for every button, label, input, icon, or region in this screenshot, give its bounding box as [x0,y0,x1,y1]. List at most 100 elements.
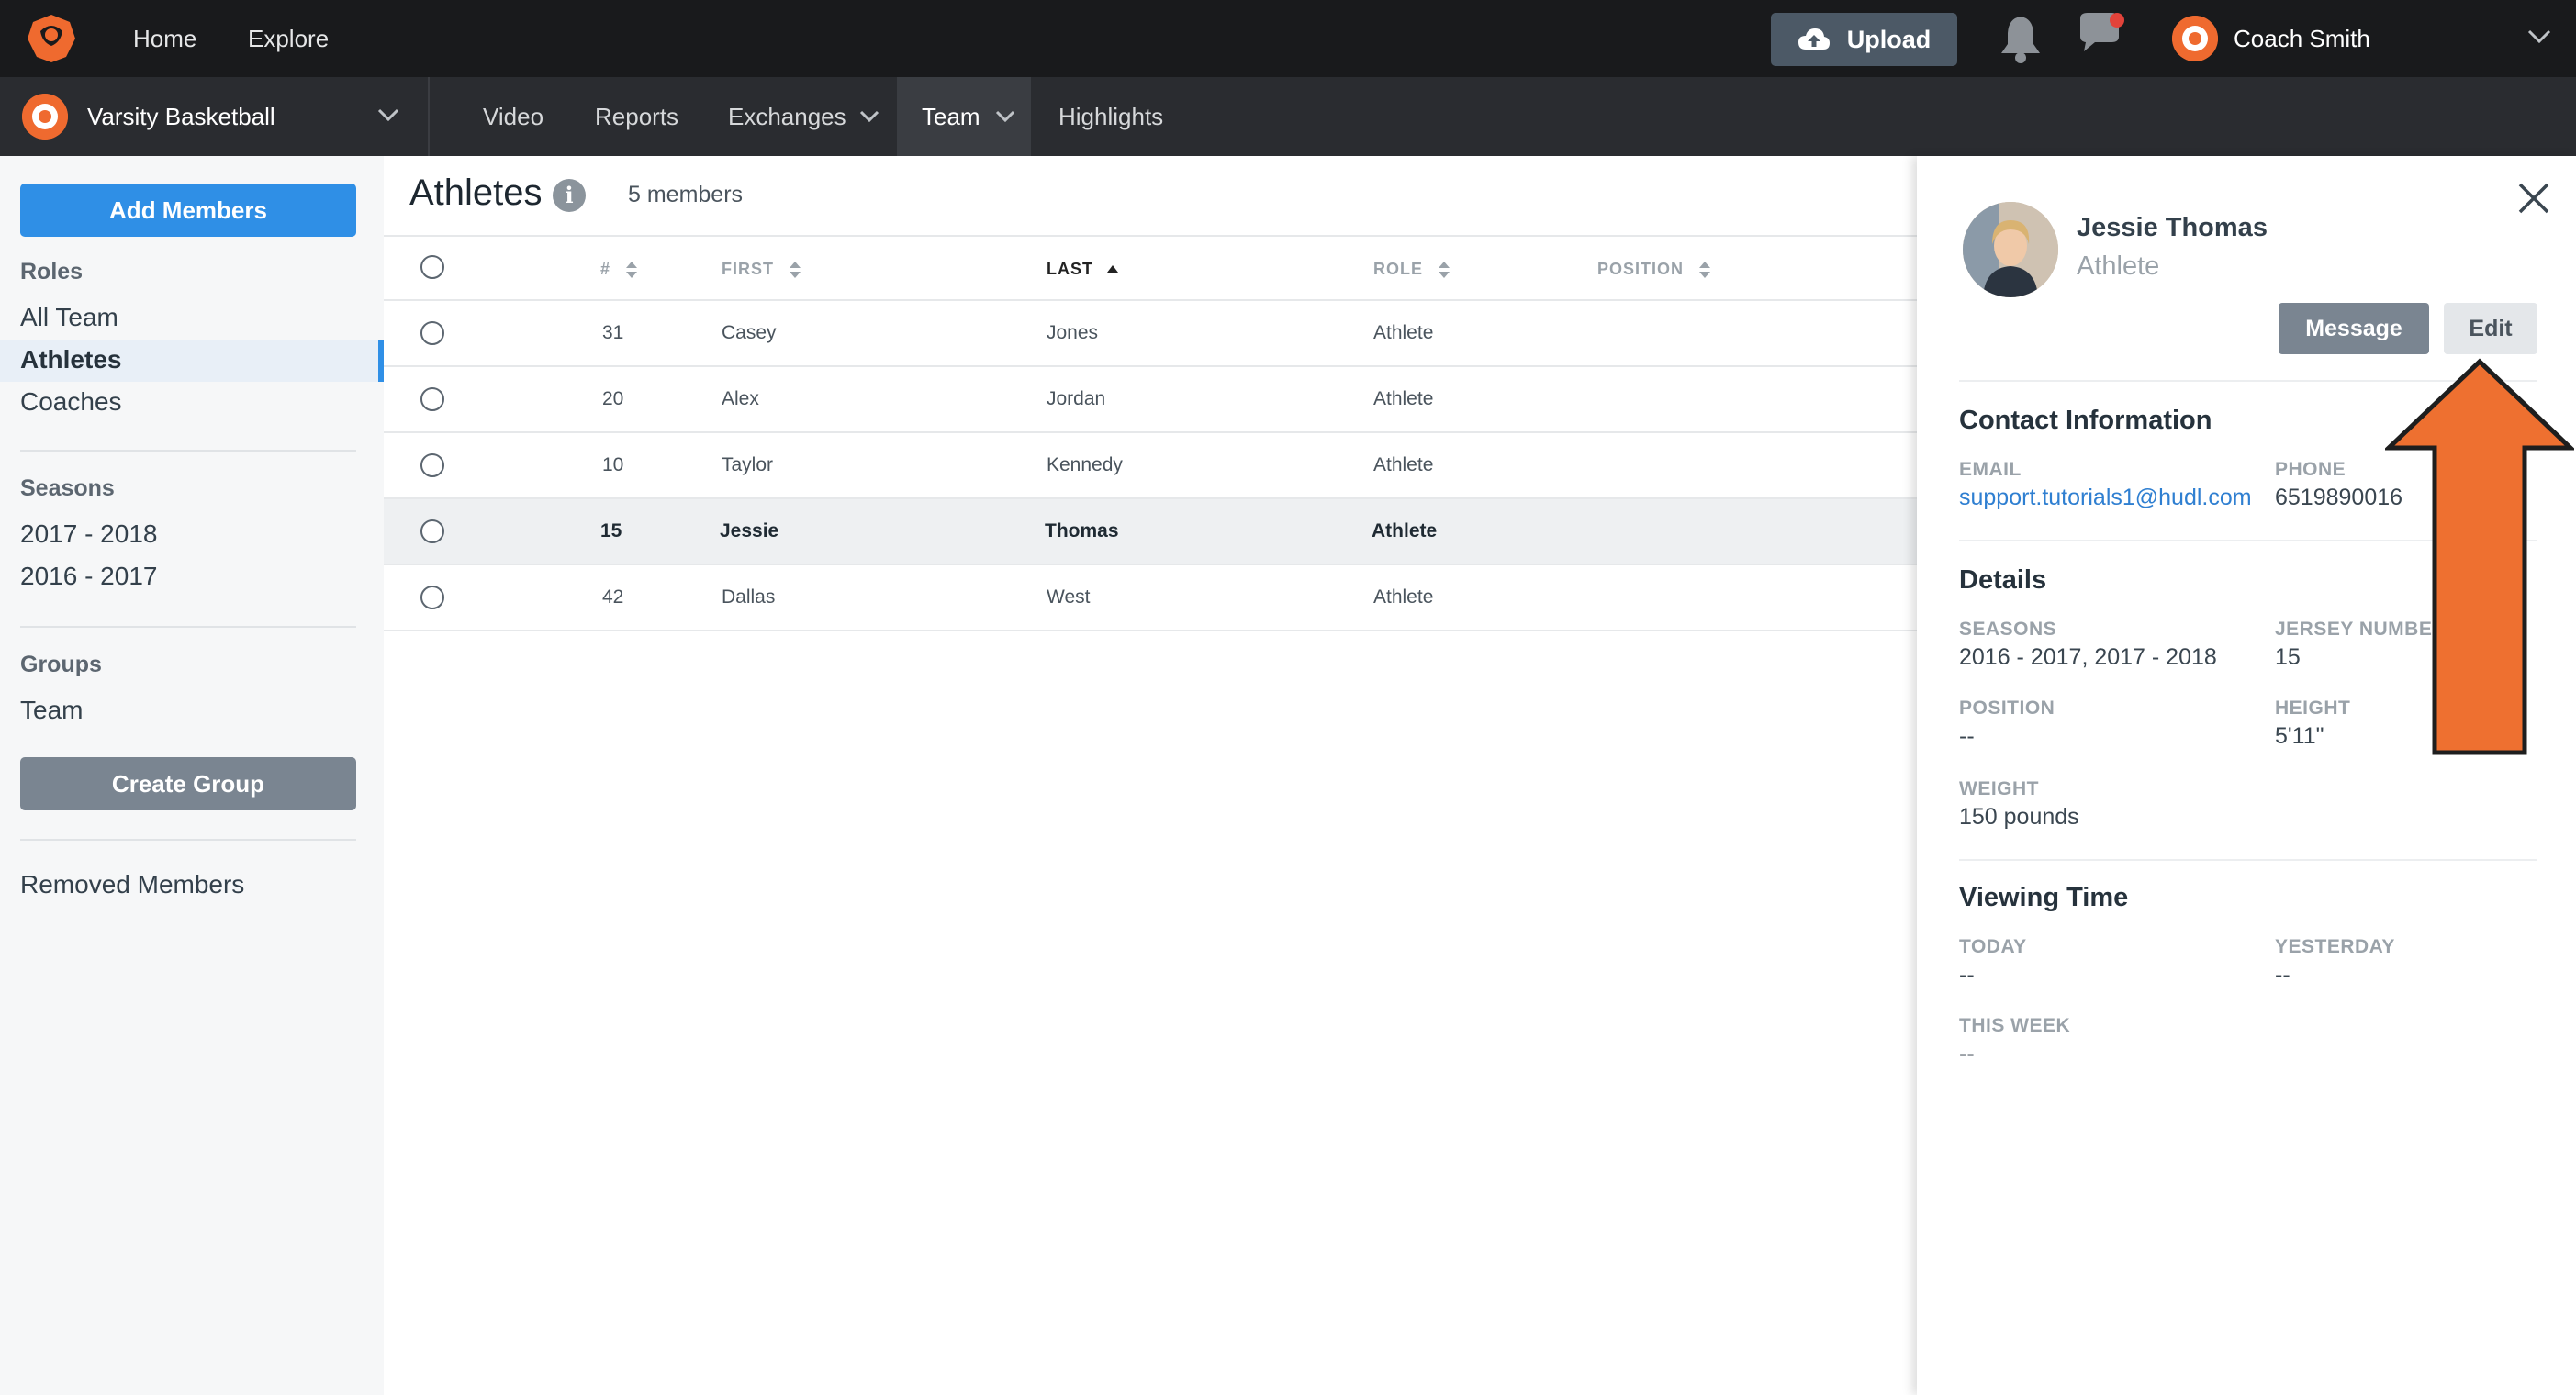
row-select-radio[interactable] [420,387,444,411]
column-label: LAST [1047,260,1093,278]
row-select-radio[interactable] [420,321,444,345]
athlete-name: Jessie Thomas [2077,213,2268,242]
divider [20,626,356,628]
sidebar-item-coaches[interactable]: Coaches [20,387,122,417]
column-number[interactable]: # [600,237,638,301]
cell-number: 10 [602,454,624,475]
row-select-radio[interactable] [420,519,444,543]
table-row[interactable]: 20 Alex Jordan Athlete [384,367,1917,433]
team-logo-icon [22,94,68,140]
sort-ascending-icon [1107,265,1119,273]
chevron-down-icon [859,110,879,123]
member-count: 5 members [628,182,744,207]
sidebar-item-all-team[interactable]: All Team [20,303,118,332]
cell-role: Athlete [1373,454,1434,475]
table-header: # FIRST LAST ROLE POSITION [384,235,1917,301]
close-icon[interactable] [2515,180,2552,217]
upload-button[interactable]: Upload [1771,13,1957,66]
nav-home[interactable]: Home [133,0,196,77]
table-row[interactable]: 31 Casey Jones Athlete [384,301,1917,367]
table-row-selected[interactable]: 15 Jessie Thomas Athlete [384,499,1917,565]
sort-icon [1699,262,1711,279]
create-group-button[interactable]: Create Group [20,757,356,810]
weight-label: WEIGHT [1959,778,2039,799]
column-label: # [600,260,611,278]
sidebar-item-label: Athletes [20,345,122,374]
nav-reports[interactable]: Reports [595,77,678,156]
yesterday-label: YESTERDAY [2275,936,2395,957]
column-first[interactable]: FIRST [722,237,801,301]
upload-label: Upload [1846,25,1932,53]
row-select-radio[interactable] [420,453,444,477]
cell-number: 42 [602,586,624,608]
column-last[interactable]: LAST [1047,237,1119,301]
message-button[interactable]: Message [2279,303,2429,354]
table-row[interactable]: 10 Taylor Kennedy Athlete [384,433,1917,499]
cell-role: Athlete [1373,322,1434,343]
info-icon[interactable]: i [553,179,586,212]
email-link[interactable]: support.tutorials1@hudl.com [1959,485,2252,511]
details-heading: Details [1959,565,2047,595]
chevron-down-icon[interactable] [2526,28,2552,46]
phone-label: PHONE [2275,459,2346,480]
cell-role: Athlete [1373,388,1434,409]
nav-explore[interactable]: Explore [248,0,329,77]
sidebar-item-group-team[interactable]: Team [20,696,83,725]
user-name[interactable]: Coach Smith [2234,0,2370,77]
edit-button[interactable]: Edit [2444,303,2537,354]
cell-last: Thomas [1045,520,1119,541]
notifications-bell-icon[interactable] [1996,13,2045,64]
viewing-time-heading: Viewing Time [1959,883,2129,912]
cell-first: Jessie [720,520,779,541]
cell-number: 31 [602,322,624,343]
cell-last: Kennedy [1047,454,1123,475]
position-value: -- [1959,723,1975,749]
nav-highlights[interactable]: Highlights [1058,77,1163,156]
column-position[interactable]: POSITION [1597,237,1711,301]
cell-number: 20 [602,388,624,409]
athlete-role: Athlete [2077,251,2160,281]
select-all-radio[interactable] [420,255,444,279]
add-members-button[interactable]: Add Members [20,184,356,237]
chevron-down-icon [995,110,1015,123]
removed-members-link[interactable]: Removed Members [20,870,244,899]
cell-first: Dallas [722,586,776,608]
height-label: HEIGHT [2275,698,2351,719]
nav-exchanges[interactable]: Exchanges [728,77,884,156]
team-name: Varsity Basketball [87,103,275,130]
seasons-value: 2016 - 2017, 2017 - 2018 [1959,644,2217,670]
seasons-heading: Seasons [20,475,115,501]
nav-video[interactable]: Video [483,77,543,156]
nav-team[interactable]: Team [897,77,1031,156]
this-week-value: -- [1959,1041,1975,1066]
user-avatar-icon[interactable] [2172,16,2218,61]
team-navigation-bar: Varsity Basketball Video Reports Exchang… [0,77,2576,156]
nav-exchanges-label: Exchanges [728,103,846,130]
yesterday-value: -- [2275,962,2290,988]
column-role[interactable]: ROLE [1373,237,1450,301]
position-label: POSITION [1959,698,2055,719]
contact-heading: Contact Information [1959,406,2212,435]
athlete-avatar [1963,202,2058,297]
today-label: TODAY [1959,936,2027,957]
hudl-logo-icon[interactable] [24,11,79,66]
row-select-radio[interactable] [420,586,444,609]
chevron-down-icon [377,108,399,122]
sidebar-item-athletes[interactable]: Athletes [0,340,384,382]
sidebar-item-season-2017[interactable]: 2017 - 2018 [20,519,157,549]
cell-number: 15 [600,520,622,541]
sort-icon [790,262,801,279]
column-label: FIRST [722,260,774,278]
jersey-value: 15 [2275,644,2301,670]
cell-first: Casey [722,322,777,343]
cell-last: Jones [1047,322,1099,343]
sidebar-item-season-2016[interactable]: 2016 - 2017 [20,562,157,591]
cloud-upload-icon [1798,28,1830,50]
roles-heading: Roles [20,259,84,285]
left-sidebar: Add Members Roles All Team Athletes Coac… [0,156,384,1395]
table-row[interactable]: 42 Dallas West Athlete [384,565,1917,631]
cell-last: West [1047,586,1091,608]
email-label: EMAIL [1959,459,2022,480]
team-selector[interactable]: Varsity Basketball [0,77,430,156]
cell-first: Taylor [722,454,774,475]
